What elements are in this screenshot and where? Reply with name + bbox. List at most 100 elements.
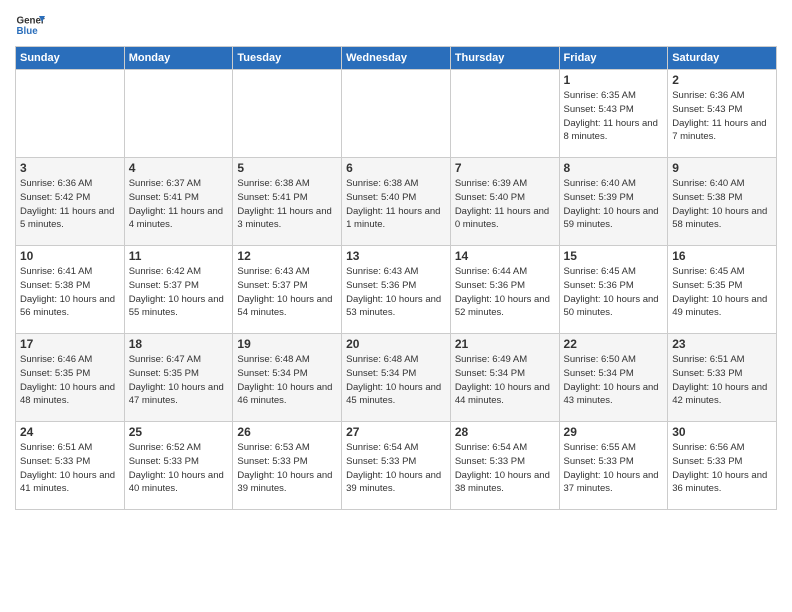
- weekday-header-row: SundayMondayTuesdayWednesdayThursdayFrid…: [16, 47, 777, 70]
- day-number: 6: [346, 161, 446, 175]
- day-number: 26: [237, 425, 337, 439]
- calendar-week-row: 3 Sunrise: 6:36 AMSunset: 5:42 PMDaylight…: [16, 158, 777, 246]
- weekday-header-tuesday: Tuesday: [233, 47, 342, 70]
- calendar-week-row: 10 Sunrise: 6:41 AMSunset: 5:38 PMDayligh…: [16, 246, 777, 334]
- day-number: 30: [672, 425, 772, 439]
- day-number: 13: [346, 249, 446, 263]
- calendar-week-row: 17Sunrise: 6:46 AMSunset: 5:35 PMDayligh…: [16, 334, 777, 422]
- day-info: Sunrise: 6:37 AMSunset: 5:41 PMDaylight:…: [129, 177, 229, 232]
- day-number: 29: [564, 425, 664, 439]
- page-header: General Blue: [15, 10, 777, 40]
- calendar-day-26: 26 Sunrise: 6:53 AMSunset: 5:33 PMDayligh…: [233, 422, 342, 510]
- calendar-day-10: 10 Sunrise: 6:41 AMSunset: 5:38 PMDayligh…: [16, 246, 125, 334]
- day-number: 15: [564, 249, 664, 263]
- day-info: Sunrise: 6:41 AMSunset: 5:38 PMDaylight:…: [20, 265, 120, 320]
- day-number: 3: [20, 161, 120, 175]
- day-number: 27: [346, 425, 446, 439]
- day-number: 23: [672, 337, 772, 351]
- day-number: 20: [346, 337, 446, 351]
- calendar-day-12: 12Sunrise: 6:43 AMSunset: 5:37 PMDayligh…: [233, 246, 342, 334]
- calendar-day-empty: [233, 70, 342, 158]
- day-info: Sunrise: 6:38 AMSunset: 5:41 PMDaylight:…: [237, 177, 337, 232]
- day-number: 28: [455, 425, 555, 439]
- calendar-day-13: 13Sunrise: 6:43 AMSunset: 5:36 PMDayligh…: [342, 246, 451, 334]
- calendar-day-30: 30 Sunrise: 6:56 AMSunset: 5:33 PMDayligh…: [668, 422, 777, 510]
- day-number: 11: [129, 249, 229, 263]
- day-info: Sunrise: 6:38 AMSunset: 5:40 PMDaylight:…: [346, 177, 446, 232]
- calendar-day-27: 27 Sunrise: 6:54 AMSunset: 5:33 PMDayligh…: [342, 422, 451, 510]
- day-info: Sunrise: 6:54 AMSunset: 5:33 PMDaylight:…: [346, 441, 446, 496]
- calendar-week-row: 1 Sunrise: 6:35 AMSunset: 5:43 PMDaylight…: [16, 70, 777, 158]
- svg-text:Blue: Blue: [17, 26, 39, 37]
- calendar-day-5: 5 Sunrise: 6:38 AMSunset: 5:41 PMDaylight…: [233, 158, 342, 246]
- calendar-day-14: 14 Sunrise: 6:44 AMSunset: 5:36 PMDayligh…: [450, 246, 559, 334]
- calendar-day-empty: [124, 70, 233, 158]
- day-number: 2: [672, 73, 772, 87]
- day-info: Sunrise: 6:52 AMSunset: 5:33 PMDaylight:…: [129, 441, 229, 496]
- day-number: 5: [237, 161, 337, 175]
- day-info: Sunrise: 6:51 AMSunset: 5:33 PMDaylight:…: [20, 441, 120, 496]
- weekday-header-monday: Monday: [124, 47, 233, 70]
- day-info: Sunrise: 6:56 AMSunset: 5:33 PMDaylight:…: [672, 441, 772, 496]
- day-info: Sunrise: 6:44 AMSunset: 5:36 PMDaylight:…: [455, 265, 555, 320]
- day-number: 7: [455, 161, 555, 175]
- day-info: Sunrise: 6:39 AMSunset: 5:40 PMDaylight:…: [455, 177, 555, 232]
- calendar-day-empty: [342, 70, 451, 158]
- calendar-day-1: 1 Sunrise: 6:35 AMSunset: 5:43 PMDaylight…: [559, 70, 668, 158]
- calendar-day-25: 25Sunrise: 6:52 AMSunset: 5:33 PMDayligh…: [124, 422, 233, 510]
- weekday-header-thursday: Thursday: [450, 47, 559, 70]
- day-info: Sunrise: 6:51 AMSunset: 5:33 PMDaylight:…: [672, 353, 772, 408]
- day-info: Sunrise: 6:53 AMSunset: 5:33 PMDaylight:…: [237, 441, 337, 496]
- calendar-table: SundayMondayTuesdayWednesdayThursdayFrid…: [15, 46, 777, 510]
- day-info: Sunrise: 6:45 AMSunset: 5:35 PMDaylight:…: [672, 265, 772, 320]
- calendar-day-11: 11 Sunrise: 6:42 AMSunset: 5:37 PMDayligh…: [124, 246, 233, 334]
- calendar-day-3: 3 Sunrise: 6:36 AMSunset: 5:42 PMDaylight…: [16, 158, 125, 246]
- day-info: Sunrise: 6:36 AMSunset: 5:42 PMDaylight:…: [20, 177, 120, 232]
- day-number: 16: [672, 249, 772, 263]
- day-info: Sunrise: 6:42 AMSunset: 5:37 PMDaylight:…: [129, 265, 229, 320]
- day-info: Sunrise: 6:36 AMSunset: 5:43 PMDaylight:…: [672, 89, 772, 144]
- weekday-header-friday: Friday: [559, 47, 668, 70]
- day-info: Sunrise: 6:55 AMSunset: 5:33 PMDaylight:…: [564, 441, 664, 496]
- day-number: 19: [237, 337, 337, 351]
- day-info: Sunrise: 6:45 AMSunset: 5:36 PMDaylight:…: [564, 265, 664, 320]
- calendar-day-17: 17Sunrise: 6:46 AMSunset: 5:35 PMDayligh…: [16, 334, 125, 422]
- calendar-day-9: 9 Sunrise: 6:40 AMSunset: 5:38 PMDaylight…: [668, 158, 777, 246]
- calendar-day-18: 18Sunrise: 6:47 AMSunset: 5:35 PMDayligh…: [124, 334, 233, 422]
- day-number: 12: [237, 249, 337, 263]
- calendar-day-7: 7 Sunrise: 6:39 AMSunset: 5:40 PMDaylight…: [450, 158, 559, 246]
- weekday-header-sunday: Sunday: [16, 47, 125, 70]
- day-number: 17: [20, 337, 120, 351]
- calendar-day-empty: [16, 70, 125, 158]
- calendar-day-4: 4 Sunrise: 6:37 AMSunset: 5:41 PMDaylight…: [124, 158, 233, 246]
- day-info: Sunrise: 6:40 AMSunset: 5:39 PMDaylight:…: [564, 177, 664, 232]
- day-number: 9: [672, 161, 772, 175]
- day-number: 14: [455, 249, 555, 263]
- day-info: Sunrise: 6:35 AMSunset: 5:43 PMDaylight:…: [564, 89, 664, 144]
- weekday-header-saturday: Saturday: [668, 47, 777, 70]
- calendar-day-22: 22Sunrise: 6:50 AMSunset: 5:34 PMDayligh…: [559, 334, 668, 422]
- day-info: Sunrise: 6:48 AMSunset: 5:34 PMDaylight:…: [346, 353, 446, 408]
- day-number: 22: [564, 337, 664, 351]
- day-info: Sunrise: 6:40 AMSunset: 5:38 PMDaylight:…: [672, 177, 772, 232]
- calendar-day-23: 23 Sunrise: 6:51 AMSunset: 5:33 PMDayligh…: [668, 334, 777, 422]
- weekday-header-wednesday: Wednesday: [342, 47, 451, 70]
- day-number: 4: [129, 161, 229, 175]
- day-number: 10: [20, 249, 120, 263]
- calendar-day-2: 2 Sunrise: 6:36 AMSunset: 5:43 PMDaylight…: [668, 70, 777, 158]
- day-info: Sunrise: 6:49 AMSunset: 5:34 PMDaylight:…: [455, 353, 555, 408]
- day-number: 21: [455, 337, 555, 351]
- calendar-day-15: 15 Sunrise: 6:45 AMSunset: 5:36 PMDayligh…: [559, 246, 668, 334]
- calendar-day-29: 29 Sunrise: 6:55 AMSunset: 5:33 PMDayligh…: [559, 422, 668, 510]
- logo: General Blue: [15, 10, 45, 40]
- day-number: 18: [129, 337, 229, 351]
- calendar-day-16: 16 Sunrise: 6:45 AMSunset: 5:35 PMDayligh…: [668, 246, 777, 334]
- calendar-day-8: 8Sunrise: 6:40 AMSunset: 5:39 PMDaylight…: [559, 158, 668, 246]
- day-number: 1: [564, 73, 664, 87]
- calendar-day-21: 21 Sunrise: 6:49 AMSunset: 5:34 PMDayligh…: [450, 334, 559, 422]
- day-number: 24: [20, 425, 120, 439]
- page-container: General Blue SundayMondayTuesdayWednesda…: [0, 0, 792, 520]
- calendar-day-24: 24 Sunrise: 6:51 AMSunset: 5:33 PMDayligh…: [16, 422, 125, 510]
- calendar-day-28: 28Sunrise: 6:54 AMSunset: 5:33 PMDayligh…: [450, 422, 559, 510]
- calendar-day-empty: [450, 70, 559, 158]
